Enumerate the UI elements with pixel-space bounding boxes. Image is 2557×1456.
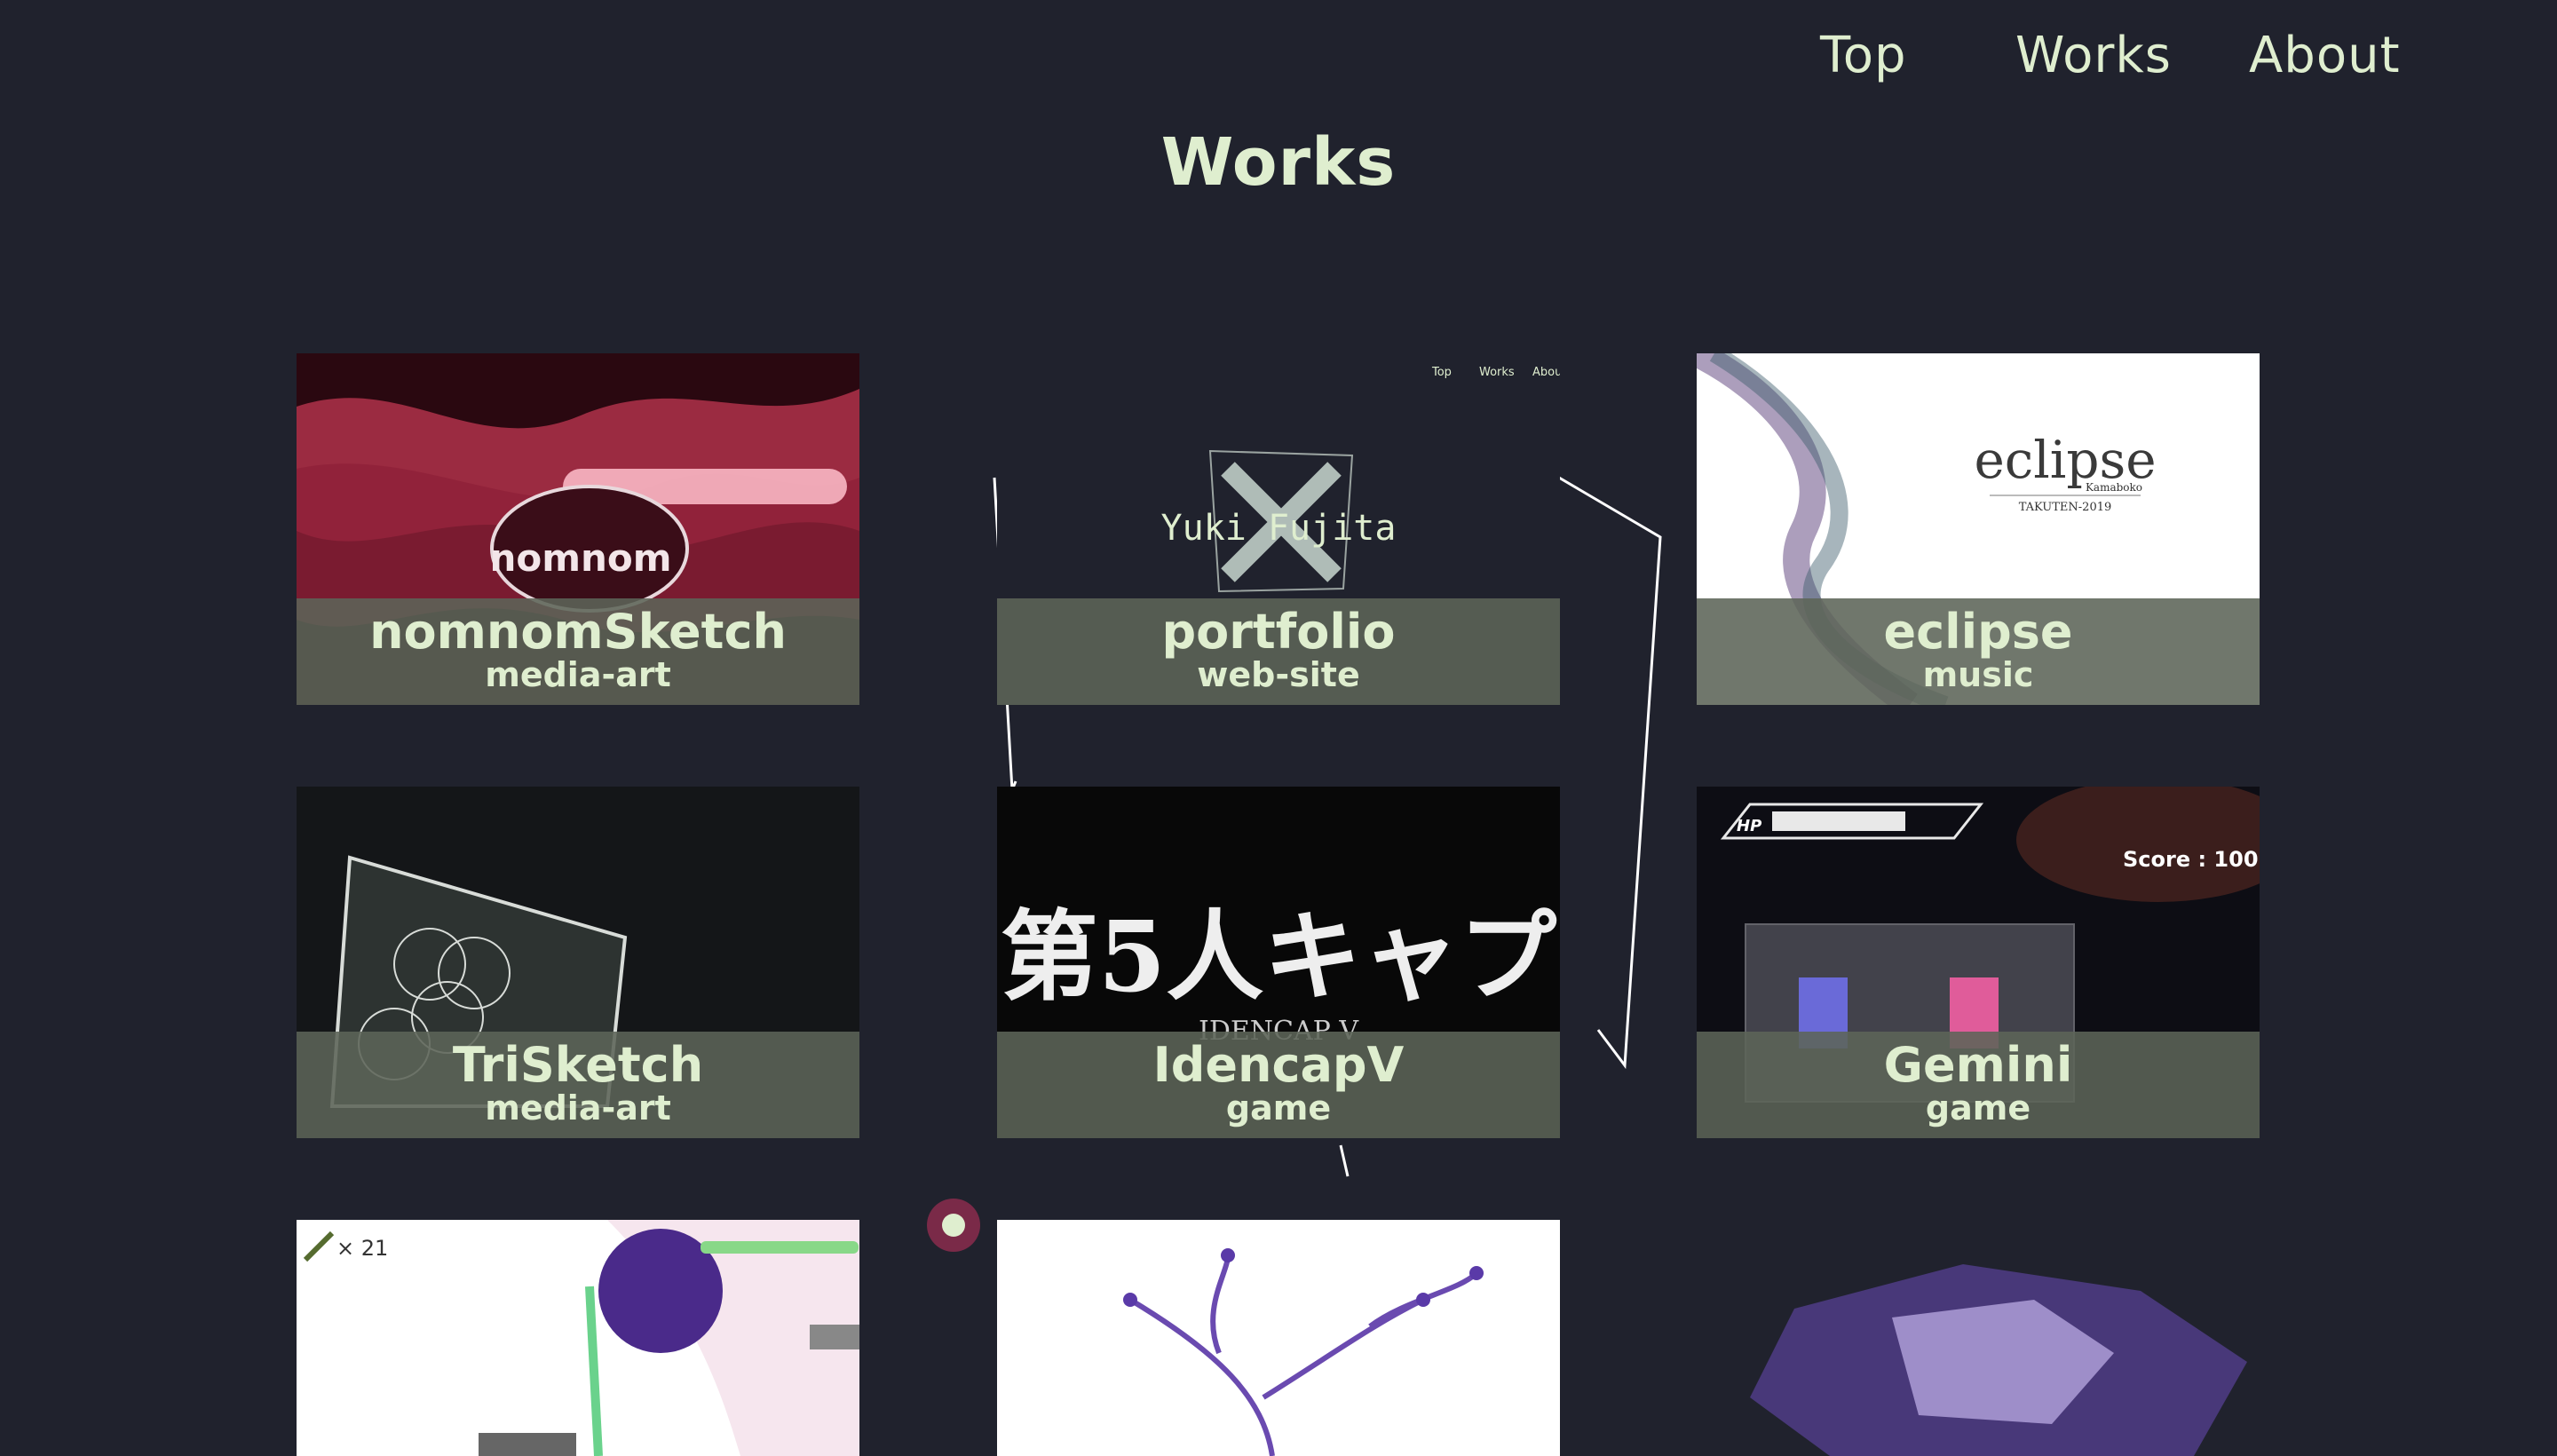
work-name: nomnomSketch <box>369 604 787 660</box>
work-card-7[interactable]: × 21 <box>297 1220 859 1456</box>
nav-about-link[interactable]: About <box>2249 27 2401 84</box>
work-category: game <box>1225 1088 1332 1128</box>
nav-top-link[interactable]: Top <box>1820 27 1907 84</box>
nomnom-logo-text: nomnom <box>489 536 671 580</box>
svg-text:Kamaboko: Kamaboko <box>2086 481 2142 494</box>
scroll-indicator[interactable] <box>927 1199 980 1252</box>
page-title: Works <box>1160 124 1397 201</box>
svg-text:Yuki Fujita: Yuki Fujita <box>1161 508 1397 549</box>
work-card-8[interactable] <box>997 1220 1560 1456</box>
top-nav: Top Works About <box>0 27 2557 98</box>
work-label: TriSketch media-art <box>297 1032 859 1138</box>
work-label: portfolio web-site <box>997 598 1560 705</box>
work-name: TriSketch <box>452 1037 704 1093</box>
svg-text:Top: Top <box>1431 366 1452 379</box>
work-8-thumbnail <box>997 1220 1560 1456</box>
nav-works-link[interactable]: Works <box>2015 27 2172 84</box>
svg-text:× 21: × 21 <box>336 1236 388 1261</box>
work-label: nomnomSketch media-art <box>297 598 859 705</box>
work-category: media-art <box>485 655 671 694</box>
work-name: eclipse <box>1883 604 2073 660</box>
svg-text:Abou: Abou <box>1532 366 1560 379</box>
work-card-eclipse[interactable]: eclipse Kamaboko TAKUTEN-2019 eclipse mu… <box>1697 353 2260 705</box>
work-name: portfolio <box>1161 604 1396 660</box>
work-label: Gemini game <box>1697 1032 2260 1138</box>
work-card-portfolio[interactable]: Top Works Abou Yuki Fujita portfolio web… <box>997 353 1560 705</box>
work-category: media-art <box>485 1088 671 1128</box>
svg-text:Works: Works <box>1479 366 1515 379</box>
work-card-idencapv[interactable]: 第5人キャプ IDENCAP V IdencapV game <box>997 787 1560 1138</box>
work-name: Gemini <box>1883 1037 2073 1093</box>
work-label: eclipse music <box>1697 598 2260 705</box>
work-9-thumbnail <box>1697 1220 2260 1456</box>
work-name: IdencapV <box>1152 1037 1405 1093</box>
svg-text:TAKUTEN-2019: TAKUTEN-2019 <box>2019 501 2112 514</box>
work-card-trisketch[interactable]: TriSketch media-art <box>297 787 859 1138</box>
work-7-thumbnail: × 21 <box>297 1220 859 1456</box>
work-category: game <box>1925 1088 2031 1128</box>
svg-text:第5人キャプ: 第5人キャプ <box>1001 899 1557 1014</box>
svg-text:HP: HP <box>1737 817 1761 835</box>
work-label: IdencapV game <box>997 1032 1560 1138</box>
work-category: web-site <box>1197 655 1360 694</box>
work-card-nomnomsketch[interactable]: nomnom nomnomSketch media-art <box>297 353 859 705</box>
work-category: music <box>1922 655 2034 694</box>
svg-text:Score : 100: Score : 100 <box>2123 847 2259 872</box>
work-card-9[interactable] <box>1697 1220 2260 1456</box>
work-card-gemini[interactable]: HP Score : 100 Gemini game <box>1697 787 2260 1138</box>
